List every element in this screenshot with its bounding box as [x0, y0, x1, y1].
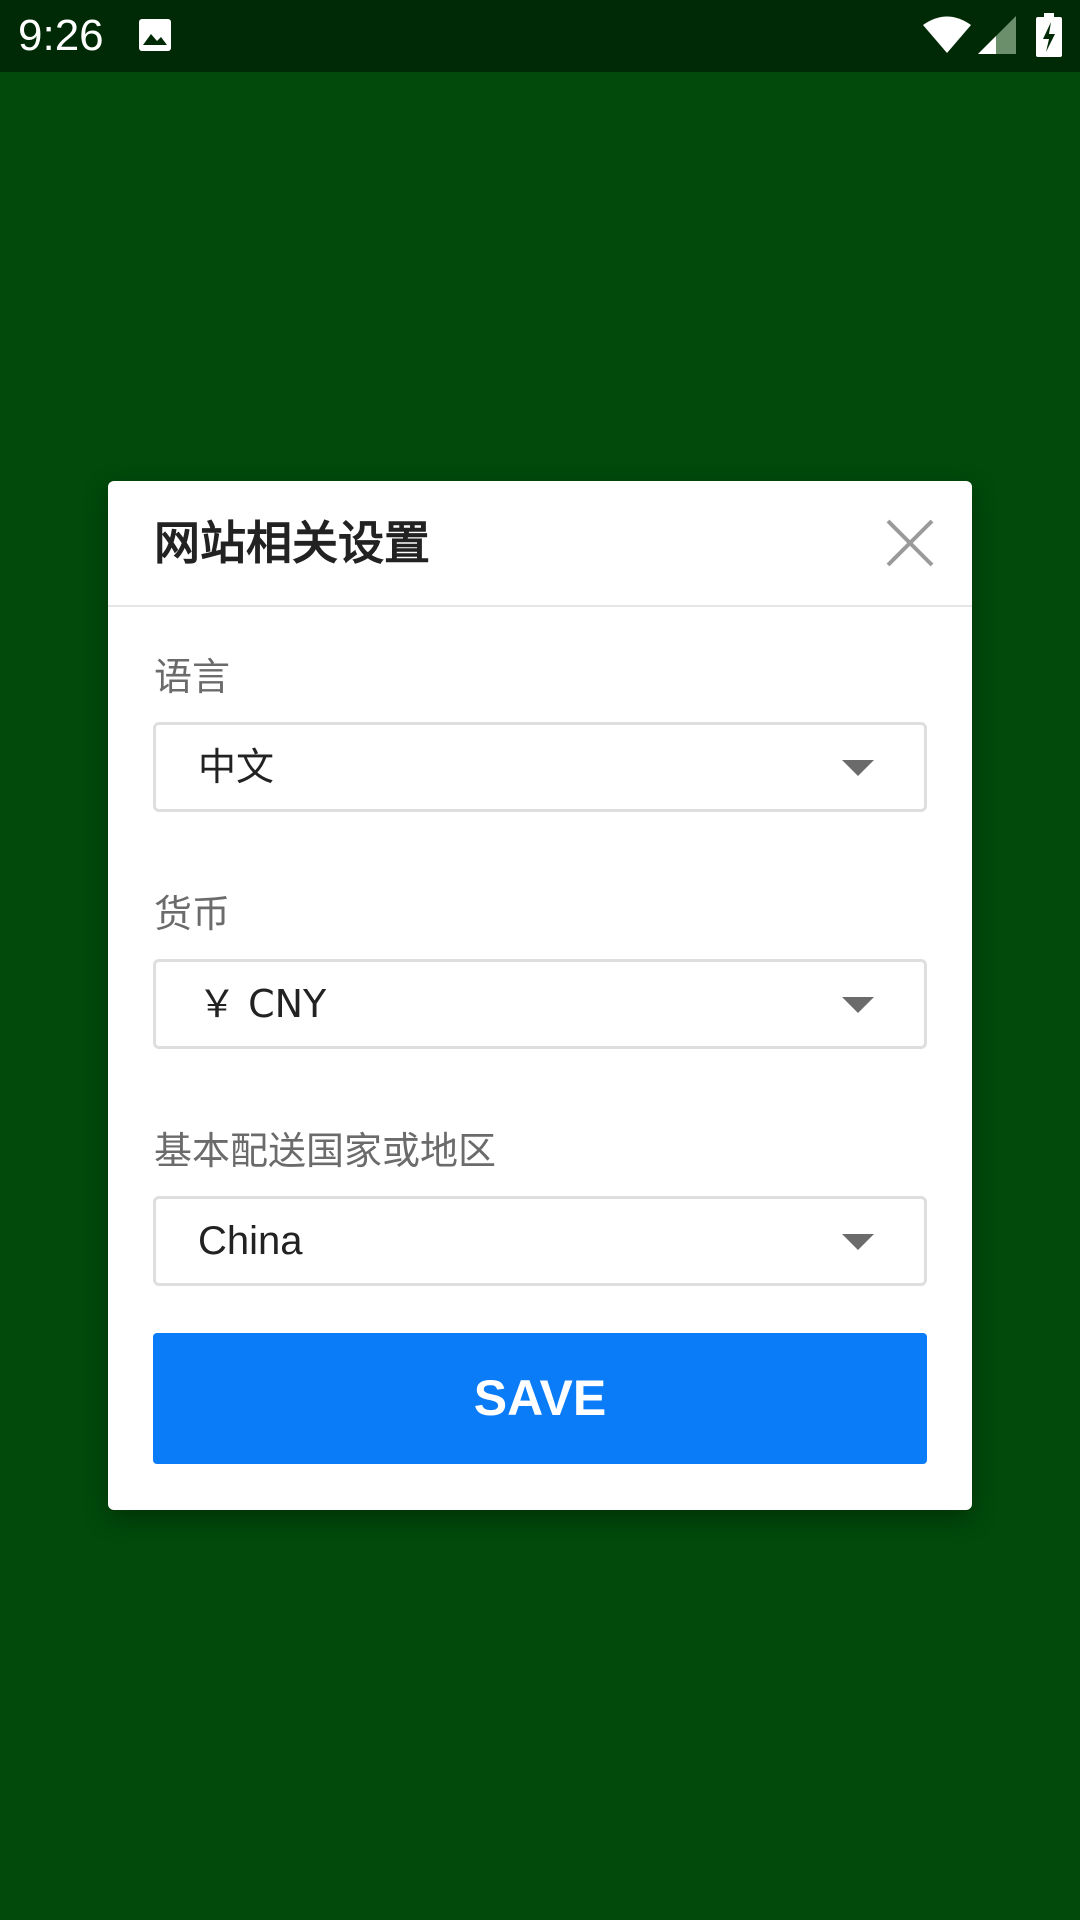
currency-label: 货币 [154, 892, 231, 936]
language-select[interactable]: 中文 [153, 722, 927, 812]
chevron-down-icon [842, 760, 874, 776]
status-time: 9:26 [18, 11, 104, 60]
language-select-value: 中文 [198, 745, 275, 789]
dialog-title: 网站相关设置 [154, 516, 430, 570]
shipping-country-select[interactable]: China [153, 1196, 927, 1286]
language-label: 语言 [154, 655, 231, 699]
site-settings-dialog: 网站相关设置 语言 中文 货币 ￥ CNY 基本配送国家或地区 China SA… [108, 481, 972, 1510]
currency-select[interactable]: ￥ CNY [153, 959, 927, 1049]
save-button[interactable]: SAVE [153, 1333, 927, 1464]
dialog-header: 网站相关设置 [108, 481, 972, 607]
status-bar: 9:26 [0, 0, 1080, 72]
close-icon [886, 519, 934, 567]
gallery-icon [138, 18, 172, 52]
shipping-country-label: 基本配送国家或地区 [154, 1129, 497, 1173]
shipping-country-select-value: China [198, 1219, 303, 1263]
wifi-icon [922, 16, 972, 54]
currency-select-value: ￥ CNY [198, 982, 327, 1026]
chevron-down-icon [842, 1234, 874, 1250]
chevron-down-icon [842, 997, 874, 1013]
battery-charging-icon [1036, 13, 1062, 57]
close-button[interactable] [878, 511, 942, 575]
signal-icon [978, 16, 1016, 54]
